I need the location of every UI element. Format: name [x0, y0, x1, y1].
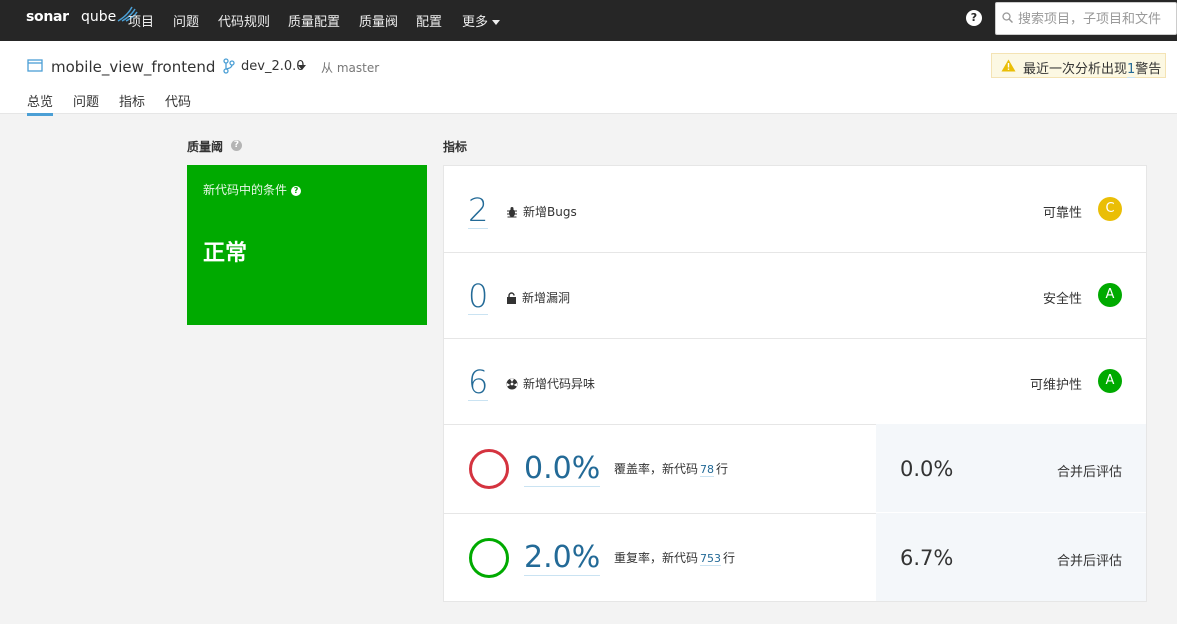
- duplication-ring-icon: [469, 538, 509, 578]
- nav-quality-profiles[interactable]: 质量配置: [288, 11, 340, 30]
- tab-overview[interactable]: 总览: [27, 91, 54, 116]
- new-bugs-text: 新增Bugs: [523, 205, 577, 219]
- duplication-overall-label: 合并后评估: [1056, 554, 1122, 569]
- tab-code[interactable]: 代码: [165, 91, 191, 113]
- project-name[interactable]: mobile_view_frontend: [51, 58, 215, 76]
- new-bugs-label: 新增Bugs: [506, 203, 577, 220]
- new-bugs-value[interactable]: 2: [468, 192, 489, 229]
- new-vulnerabilities-label: 新增漏洞: [506, 289, 570, 306]
- new-vulnerabilities-value[interactable]: 0: [468, 278, 489, 315]
- new-code-smells-text: 新增代码异味: [523, 377, 596, 391]
- new-vulnerabilities-text: 新增漏洞: [522, 291, 571, 305]
- nav-more-label: 更多: [462, 15, 489, 30]
- duplication-value[interactable]: 2.0%: [524, 541, 601, 576]
- code-smell-icon: [506, 378, 518, 390]
- quality-gate-title: 质量阈: [187, 140, 224, 154]
- nav-issues[interactable]: 问题: [173, 11, 199, 30]
- warning-suffix: 警告: [1135, 62, 1162, 77]
- maintainability-label: 可维护性: [1029, 378, 1082, 393]
- quality-gate-conditions: 新代码中的条件?: [203, 181, 302, 198]
- warning-icon: [1001, 59, 1016, 72]
- top-navbar: sonar qube 项目 问题 代码规则 质量配置 质量阀 配置 更多 ?: [0, 0, 1177, 41]
- tab-issues[interactable]: 问题: [73, 91, 99, 113]
- measure-row-bugs: 2 新增Bugs 可靠性 C: [444, 166, 1146, 253]
- search-input[interactable]: [1016, 7, 1177, 31]
- help-icon[interactable]: ?: [231, 140, 242, 151]
- coverage-suffix: 行: [716, 462, 729, 476]
- chevron-down-icon: [492, 20, 501, 25]
- measure-row-code-smells: 6 新增代码异味 可维护性 A: [444, 338, 1146, 425]
- security-label: 安全性: [1042, 292, 1082, 307]
- nav-quality-gates[interactable]: 质量阀: [359, 11, 398, 30]
- coverage-overall-value[interactable]: 0.0%: [900, 457, 953, 481]
- logo-text-qube: qube: [81, 9, 117, 25]
- nav-rules[interactable]: 代码规则: [218, 11, 270, 30]
- coverage-overall-panel: 0.0% 合并后评估: [876, 424, 1146, 512]
- nav-projects[interactable]: 项目: [128, 11, 154, 30]
- duplication-overall-value[interactable]: 6.7%: [900, 546, 953, 570]
- duplication-label: 重复率，新代码 753 行: [614, 549, 735, 566]
- coverage-lines-link[interactable]: 78: [700, 463, 715, 477]
- coverage-prefix: 覆盖率，新代码: [614, 462, 699, 476]
- branch-icon: [223, 58, 235, 74]
- coverage-ring-icon: [469, 449, 509, 489]
- measures-card: 2 新增Bugs 可靠性 C 0 新增漏洞 安全性 A 6 新增代码异味 可维护…: [443, 165, 1147, 602]
- quality-gate-status-box: 新代码中的条件? 正常: [187, 165, 427, 325]
- security-rating[interactable]: A: [1098, 283, 1122, 307]
- measure-row-vulnerabilities: 0 新增漏洞 安全性 A: [444, 252, 1146, 339]
- duplication-overall-panel: 6.7% 合并后评估: [876, 513, 1146, 601]
- new-code-smells-value[interactable]: 6: [468, 364, 489, 401]
- help-icon[interactable]: ?: [291, 186, 302, 196]
- tab-measures[interactable]: 指标: [119, 91, 145, 113]
- coverage-value[interactable]: 0.0%: [524, 452, 601, 487]
- coverage-label: 覆盖率，新代码 78 行: [614, 460, 728, 477]
- nav-administration[interactable]: 配置: [416, 11, 442, 30]
- help-icon[interactable]: ?: [966, 10, 982, 26]
- chevron-down-icon[interactable]: [298, 65, 306, 70]
- lock-icon: [507, 292, 516, 304]
- maintainability-rating[interactable]: A: [1098, 369, 1122, 393]
- conditions-label: 新代码中的条件: [203, 183, 288, 197]
- new-code-smells-label: 新增代码异味: [506, 375, 595, 392]
- search-icon: [1002, 12, 1013, 23]
- quality-gate-status: 正常: [203, 241, 248, 266]
- analysis-warning: 最近一次分析出现1警告: [991, 53, 1166, 78]
- branch-origin: 从 master: [321, 61, 380, 75]
- search-box[interactable]: [995, 2, 1177, 35]
- nav-more[interactable]: 更多: [462, 11, 501, 30]
- coverage-overall-label: 合并后评估: [1056, 465, 1122, 480]
- duplication-lines-link[interactable]: 753: [700, 552, 722, 566]
- reliability-label: 可靠性: [1042, 206, 1082, 221]
- duplication-suffix: 行: [723, 551, 736, 565]
- measure-row-coverage: 0.0% 覆盖率，新代码 78 行 0.0% 合并后评估: [444, 424, 1146, 514]
- branch-selector[interactable]: dev_2.0.0: [241, 59, 305, 74]
- warning-text: 最近一次分析出现1警告: [1023, 58, 1162, 78]
- bug-icon: [507, 207, 517, 218]
- project-icon: [27, 59, 43, 72]
- reliability-rating[interactable]: C: [1098, 197, 1122, 221]
- project-header: mobile_view_frontend dev_2.0.0 从 master …: [0, 41, 1177, 116]
- warning-message: 最近一次分析出现: [1023, 62, 1128, 77]
- measure-row-duplications: 2.0% 重复率，新代码 753 行 6.7% 合并后评估: [444, 513, 1146, 602]
- duplication-prefix: 重复率，新代码: [614, 551, 699, 565]
- logo-text-sonar: sonar: [26, 9, 69, 25]
- measures-title: 指标: [443, 140, 468, 154]
